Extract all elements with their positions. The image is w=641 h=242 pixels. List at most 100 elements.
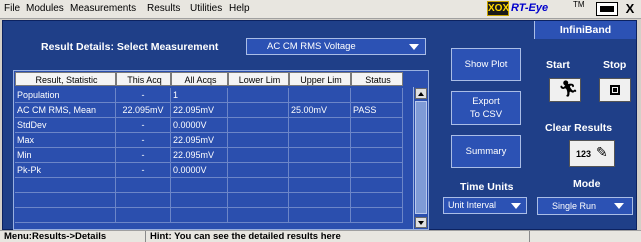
table-cell: 22.095mV (171, 133, 228, 148)
clear-results-button[interactable]: 123 ✎ (569, 140, 615, 167)
time-units-value: Unit Interval (448, 200, 497, 210)
table-cell: 22.095mV (116, 103, 171, 118)
table-cell (289, 193, 351, 208)
export-csv-button[interactable]: Export To CSV (451, 91, 521, 125)
table-cell: - (116, 88, 171, 103)
menu-help[interactable]: Help (229, 3, 250, 14)
logo-name: RT-Eye (511, 2, 549, 14)
stop-label: Stop (603, 59, 627, 71)
table-cell (351, 148, 403, 163)
table-cell: 1 (171, 88, 228, 103)
stop-button[interactable] (599, 78, 631, 102)
table-cell (351, 193, 403, 208)
table-cell (228, 88, 289, 103)
scroll-thumb[interactable] (415, 101, 427, 214)
table-cell (228, 178, 289, 193)
menu-utilities[interactable]: Utilities (190, 3, 222, 14)
table-cell (228, 208, 289, 223)
chevron-down-icon (614, 203, 624, 209)
app-logo: XOX RT-Eye TM (487, 0, 585, 17)
close-button[interactable]: X (622, 1, 638, 17)
start-label: Start (546, 59, 570, 71)
summary-button[interactable]: Summary (451, 135, 521, 168)
running-man-icon: 🏃︎ (558, 81, 579, 98)
table-cell (228, 193, 289, 208)
table-cell (228, 148, 289, 163)
column-header-all-acqs: All Acqs (171, 72, 228, 86)
status-menu-path: Menu:Results->Details (0, 231, 146, 242)
table-cell (289, 163, 351, 178)
stop-square-icon (610, 85, 620, 95)
scroll-up-arrow-icon[interactable] (415, 88, 427, 99)
logo-trademark: TM (573, 0, 585, 9)
table-cell: - (116, 118, 171, 133)
table-cell (351, 133, 403, 148)
table-row-label: Population (15, 88, 116, 103)
eraser-icon: ✎ (596, 144, 608, 160)
table-cell (289, 133, 351, 148)
time-units-title: Time Units (460, 181, 514, 193)
table-cell (289, 118, 351, 133)
table-cell: - (116, 133, 171, 148)
table-row-label: StdDev (15, 118, 116, 133)
table-row-label: Max (15, 133, 116, 148)
menu-modules[interactable]: Modules (26, 3, 64, 14)
table-cell: - (116, 148, 171, 163)
menu-file[interactable]: File (4, 3, 20, 14)
table-cell: 0.0000V (171, 163, 228, 178)
mode-title: Mode (573, 178, 601, 190)
measurement-select-value: AC CM RMS Voltage (267, 41, 356, 52)
table-cell (228, 133, 289, 148)
table-cell: 22.095mV (171, 148, 228, 163)
logo-badge: XOX (487, 1, 510, 16)
column-header-lower-lim: Lower Lim (228, 72, 289, 86)
column-header-upper-lim: Upper Lim (289, 72, 351, 86)
scroll-down-arrow-icon[interactable] (415, 217, 427, 228)
table-cell (351, 163, 403, 178)
table-cell (228, 103, 289, 118)
menu-measurements[interactable]: Measurements (70, 3, 136, 14)
table-cell (351, 118, 403, 133)
window-menu-icon[interactable] (596, 2, 618, 16)
table-row-label: Pk-Pk (15, 163, 116, 178)
time-units-select[interactable]: Unit Interval (443, 197, 527, 214)
clear-results-number: 123 (576, 149, 592, 159)
measurement-select[interactable]: AC CM RMS Voltage (246, 38, 426, 55)
table-row-label: AC CM RMS, Mean (15, 103, 116, 118)
export-label-csv: To CSV (469, 109, 503, 120)
column-header-status: Status (351, 72, 403, 86)
table-cell (351, 208, 403, 223)
result-details-title: Result Details: Select Measurement (41, 41, 219, 53)
chevron-down-icon (409, 44, 419, 50)
table-cell (351, 178, 403, 193)
table-cell (228, 163, 289, 178)
show-plot-button[interactable]: Show Plot (451, 48, 521, 81)
table-cell (289, 208, 351, 223)
table-scrollbar[interactable] (413, 87, 428, 229)
export-label: Export (472, 96, 500, 107)
table-cell (289, 178, 351, 193)
status-bar: Menu:Results->Details Hint: You can see … (0, 230, 641, 242)
table-row-label (15, 178, 116, 193)
table-cell (289, 148, 351, 163)
menu-results[interactable]: Results (147, 3, 180, 14)
table-cell (171, 208, 228, 223)
column-header-result: Result, Statistic (15, 72, 116, 86)
table-cell: 25.00mV (289, 103, 351, 118)
table-cell (116, 193, 171, 208)
table-row-label (15, 208, 116, 223)
table-cell (171, 193, 228, 208)
status-hint: Hint: You can see the detailed results h… (146, 231, 530, 242)
table-cell: PASS (351, 103, 403, 118)
table-cell (289, 88, 351, 103)
table-cell (228, 118, 289, 133)
chevron-down-icon (511, 203, 521, 209)
table-cell (171, 178, 228, 193)
menu-bar: File Modules Measurements Results Utilit… (0, 0, 641, 19)
results-panel: Result Details: Select Measurement AC CM… (2, 20, 637, 230)
start-button[interactable]: 🏃︎ (549, 78, 581, 102)
results-table: Result, Statistic This Acq All Acqs Lowe… (13, 70, 429, 230)
mode-select[interactable]: Single Run (537, 197, 633, 215)
table-row-label: Min (15, 148, 116, 163)
table-cell (116, 208, 171, 223)
